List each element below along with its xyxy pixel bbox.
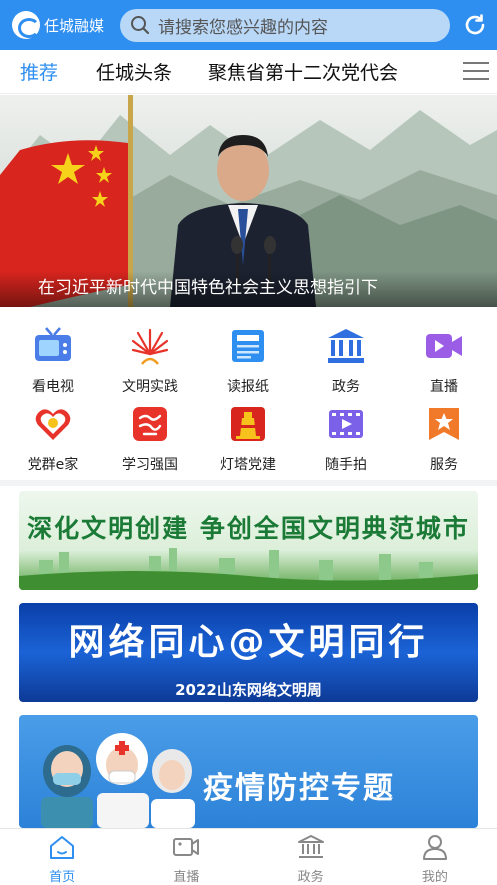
xuexi-icon — [133, 407, 167, 441]
hero-banner[interactable]: 在习近平新时代中国特色社会主义思想指引下 — [0, 95, 497, 307]
category-tabs: 推荐 任城头条 聚焦省第十二次党代会 — [0, 50, 497, 94]
party-home-icon — [35, 409, 71, 440]
tab-party-congress[interactable]: 聚焦省第十二次党代会 — [208, 58, 398, 85]
epidemic-prevention-title: 疫情防控专题 — [203, 771, 395, 806]
top-bar: 任城融媒 请搜索您感兴趣的内容 — [0, 0, 497, 50]
search-icon — [131, 16, 150, 35]
shortcut-civilization[interactable]: 文明实践 — [100, 326, 200, 396]
internet-civilization-title: 网络同心@文明同行 — [68, 622, 429, 663]
shortcut-live[interactable]: 直播 — [394, 326, 494, 396]
lighthouse-icon — [231, 407, 265, 441]
medical-staff-illustration — [41, 733, 195, 828]
shortcut-label: 灯塔党建 — [220, 457, 276, 473]
newspaper-icon — [232, 330, 264, 362]
shortcut-grid: 看电视 文明实践 读报纸 政务 直播 党群e家 学习强国 灯塔党建 随手拍 服务 — [0, 310, 497, 480]
bottom-navigation: 首页 直播 政务 我的 — [0, 828, 497, 885]
shortcut-lighthouse[interactable]: 灯塔党建 — [198, 404, 298, 474]
tv-icon — [35, 327, 71, 361]
shortcut-label: 党群e家 — [27, 457, 79, 473]
live-video-icon — [426, 334, 462, 358]
shortcut-xuexi[interactable]: 学习强国 — [100, 404, 200, 474]
shortcut-service[interactable]: 服务 — [394, 404, 494, 474]
tab-recommend[interactable]: 推荐 — [20, 58, 58, 85]
banner-caption: 在习近平新时代中国特色社会主义思想指引下 — [0, 271, 497, 307]
camera-icon — [173, 838, 200, 856]
internet-civilization-subtitle: 2022山东网络文明周 — [175, 681, 322, 699]
government-icon — [297, 835, 324, 858]
search-placeholder: 请搜索您感兴趣的内容 — [158, 17, 328, 38]
nav-label: 我的 — [421, 870, 448, 885]
user-icon — [422, 835, 447, 860]
shortcut-label: 文明实践 — [122, 379, 178, 395]
search-input[interactable]: 请搜索您感兴趣的内容 — [120, 8, 450, 42]
civilization-icon — [131, 328, 169, 365]
shortcut-label: 看电视 — [32, 379, 74, 395]
government-icon — [328, 329, 364, 363]
epidemic-prevention-banner[interactable]: 疫情防控专题 — [19, 715, 478, 828]
nav-label: 政务 — [297, 870, 324, 885]
nav-mine[interactable]: 我的 — [373, 829, 497, 885]
nav-label: 直播 — [173, 870, 200, 885]
internet-civilization-banner[interactable]: 网络同心@文明同行 2022山东网络文明周 — [19, 603, 478, 702]
service-icon — [429, 408, 459, 440]
shortcut-label: 读报纸 — [227, 379, 269, 395]
logo-icon — [12, 11, 40, 39]
refresh-icon[interactable] — [462, 12, 488, 38]
shortcut-label: 政务 — [332, 379, 360, 395]
film-icon — [329, 410, 363, 438]
logo-text: 任城融媒 — [44, 16, 105, 35]
tab-rencheng-headlines[interactable]: 任城头条 — [96, 58, 172, 85]
nav-live[interactable]: 直播 — [124, 829, 248, 885]
shortcut-label: 随手拍 — [325, 457, 367, 473]
menu-icon[interactable] — [463, 62, 489, 82]
home-icon — [50, 836, 75, 859]
section-divider — [0, 480, 497, 486]
shortcut-tv[interactable]: 看电视 — [3, 326, 103, 396]
nav-home[interactable]: 首页 — [0, 829, 124, 885]
nav-government[interactable]: 政务 — [249, 829, 373, 885]
app-logo: 任城融媒 — [12, 11, 112, 39]
nav-label: 首页 — [49, 870, 76, 885]
civilization-city-banner[interactable]: 深化文明创建 争创全国文明典范城市 — [19, 491, 478, 590]
shortcut-label: 服务 — [430, 457, 458, 473]
shortcut-newspaper[interactable]: 读报纸 — [198, 326, 298, 396]
shortcut-government[interactable]: 政务 — [296, 326, 396, 396]
shortcut-label: 直播 — [430, 379, 458, 395]
civilization-banner-text: 深化文明创建 争创全国文明典范城市 — [27, 514, 470, 543]
shortcut-party-home[interactable]: 党群e家 — [3, 404, 103, 474]
city-skyline — [19, 548, 478, 590]
shortcut-snapshot[interactable]: 随手拍 — [296, 404, 396, 474]
shortcut-label: 学习强国 — [122, 457, 178, 473]
